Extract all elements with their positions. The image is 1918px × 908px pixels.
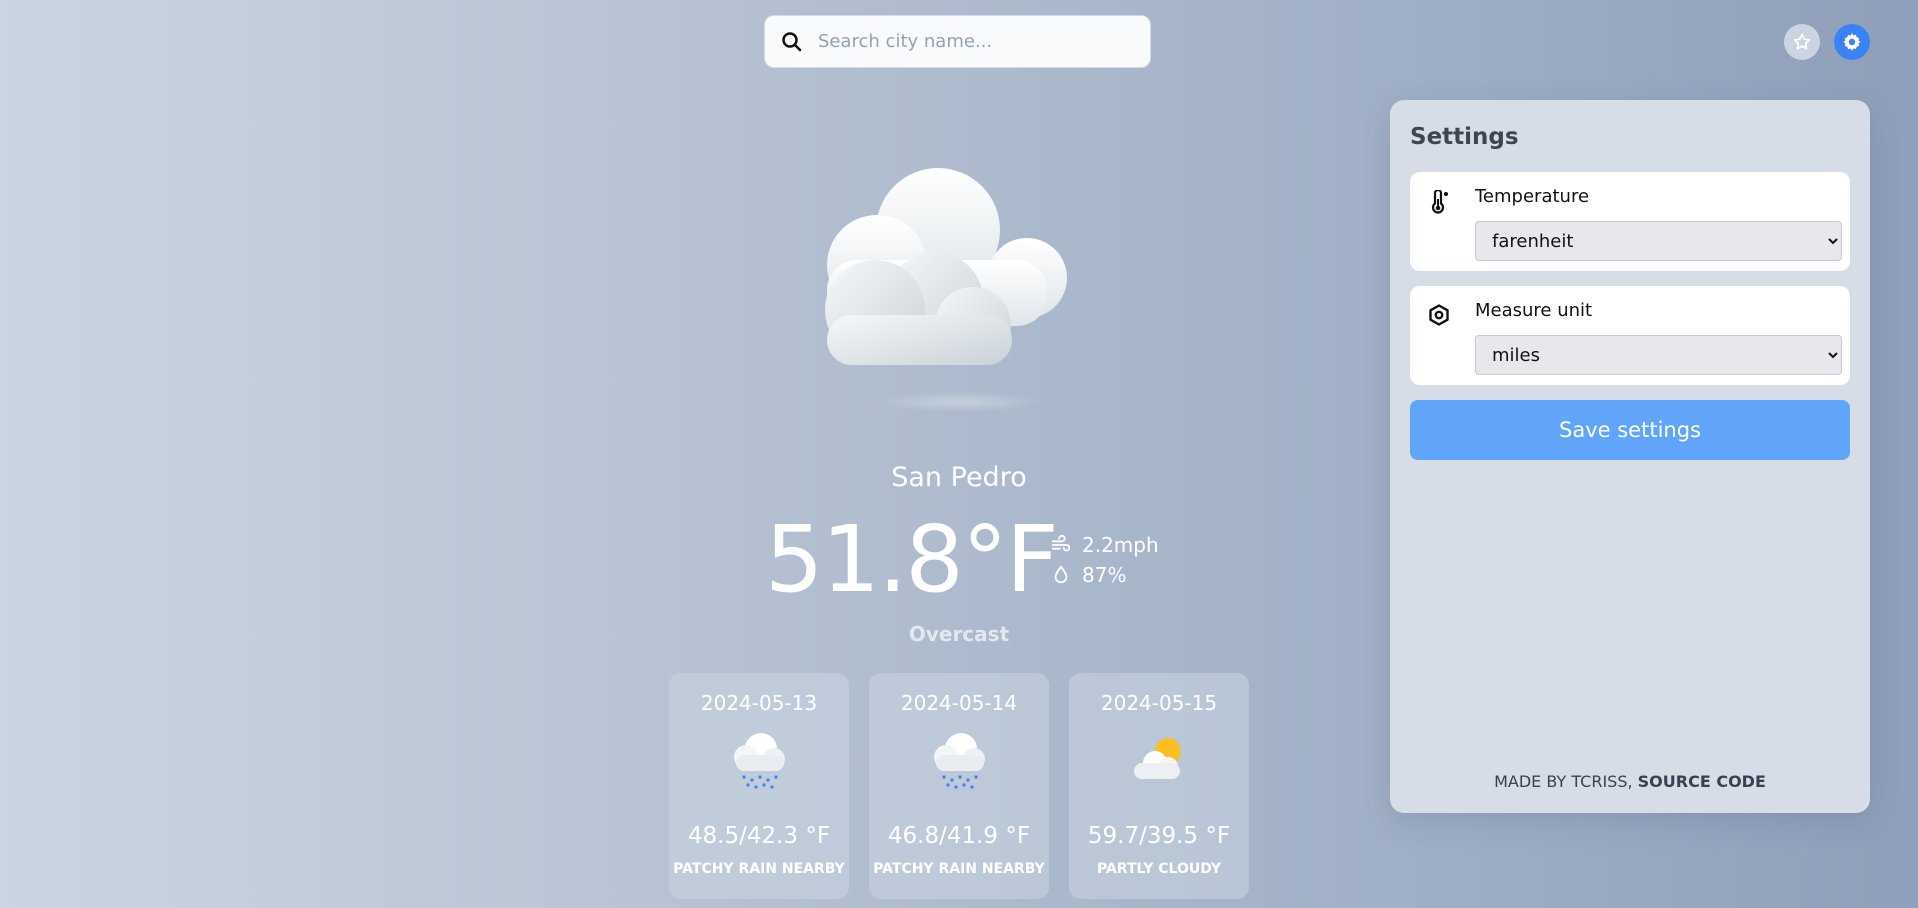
rain-cloud-icon <box>934 733 985 789</box>
favorites-button[interactable] <box>1784 24 1820 60</box>
settings-button[interactable] <box>1834 24 1870 60</box>
wind-icon <box>1051 534 1071 552</box>
wind-value: 2.2mph <box>1082 533 1159 557</box>
temperature-select[interactable]: farenheit <box>1475 221 1842 261</box>
search-icon <box>782 31 802 51</box>
forecast-list: 2024-05-13 48.5/42.3 °F PATCHY RAIN NEAR… <box>669 673 1249 899</box>
forecast-date: 2024-05-15 <box>1100 691 1218 715</box>
measure-unit-label: Measure unit <box>1475 300 1593 321</box>
measure-unit-select[interactable]: miles <box>1475 335 1842 375</box>
forecast-card: 2024-05-13 48.5/42.3 °F PATCHY RAIN NEAR… <box>669 673 849 899</box>
forecast-card: 2024-05-15 59.7/39.5 °F PARTLY CLOUDY <box>1069 673 1249 899</box>
bolt-nut-icon <box>1429 304 1449 326</box>
partly-cloudy-icon <box>1134 738 1181 779</box>
forecast-description: PARTLY CLOUDY <box>1097 861 1221 877</box>
weather-stats: 2.2mph 87% <box>1050 530 1159 590</box>
humidity-stat: 87% <box>1050 560 1159 590</box>
gear-icon <box>1843 33 1861 51</box>
measure-unit-setting: Measure unit miles <box>1410 286 1850 385</box>
thermometer-icon <box>1431 190 1448 214</box>
current-temperature: 51.8°F <box>765 506 1059 613</box>
forecast-date: 2024-05-13 <box>700 691 818 715</box>
temperature-label: Temperature <box>1475 186 1590 207</box>
forecast-date: 2024-05-14 <box>900 691 1018 715</box>
search-bar[interactable] <box>764 15 1151 68</box>
forecast-description: PATCHY RAIN NEARBY <box>873 861 1045 877</box>
save-settings-button[interactable]: Save settings <box>1410 400 1850 460</box>
humidity-value: 87% <box>1082 563 1127 587</box>
forecast-temp-range: 46.8/41.9 °F <box>887 823 1031 849</box>
credits-text: MADE BY TCRISS, <box>1494 772 1638 791</box>
source-code-link[interactable]: SOURCE CODE <box>1638 772 1766 791</box>
settings-panel: Settings Temperature farenheit Measure u… <box>1390 100 1870 813</box>
cloud-icon <box>825 168 1067 412</box>
forecast-description: PATCHY RAIN NEARBY <box>673 861 845 877</box>
forecast-card: 2024-05-14 46.8/41.9 °F PATCHY RAIN NEAR… <box>869 673 1049 899</box>
settings-title: Settings <box>1410 124 1519 150</box>
forecast-temp-range: 59.7/39.5 °F <box>1087 823 1231 849</box>
star-icon <box>1793 33 1811 50</box>
temperature-setting: Temperature farenheit <box>1410 172 1850 271</box>
rain-cloud-icon <box>734 733 785 789</box>
forecast-temp-range: 48.5/42.3 °F <box>687 823 831 849</box>
credits: MADE BY TCRISS, SOURCE CODE <box>1390 772 1870 791</box>
search-input[interactable] <box>818 31 1118 52</box>
wind-stat: 2.2mph <box>1050 530 1159 560</box>
droplet-icon <box>1054 565 1068 584</box>
